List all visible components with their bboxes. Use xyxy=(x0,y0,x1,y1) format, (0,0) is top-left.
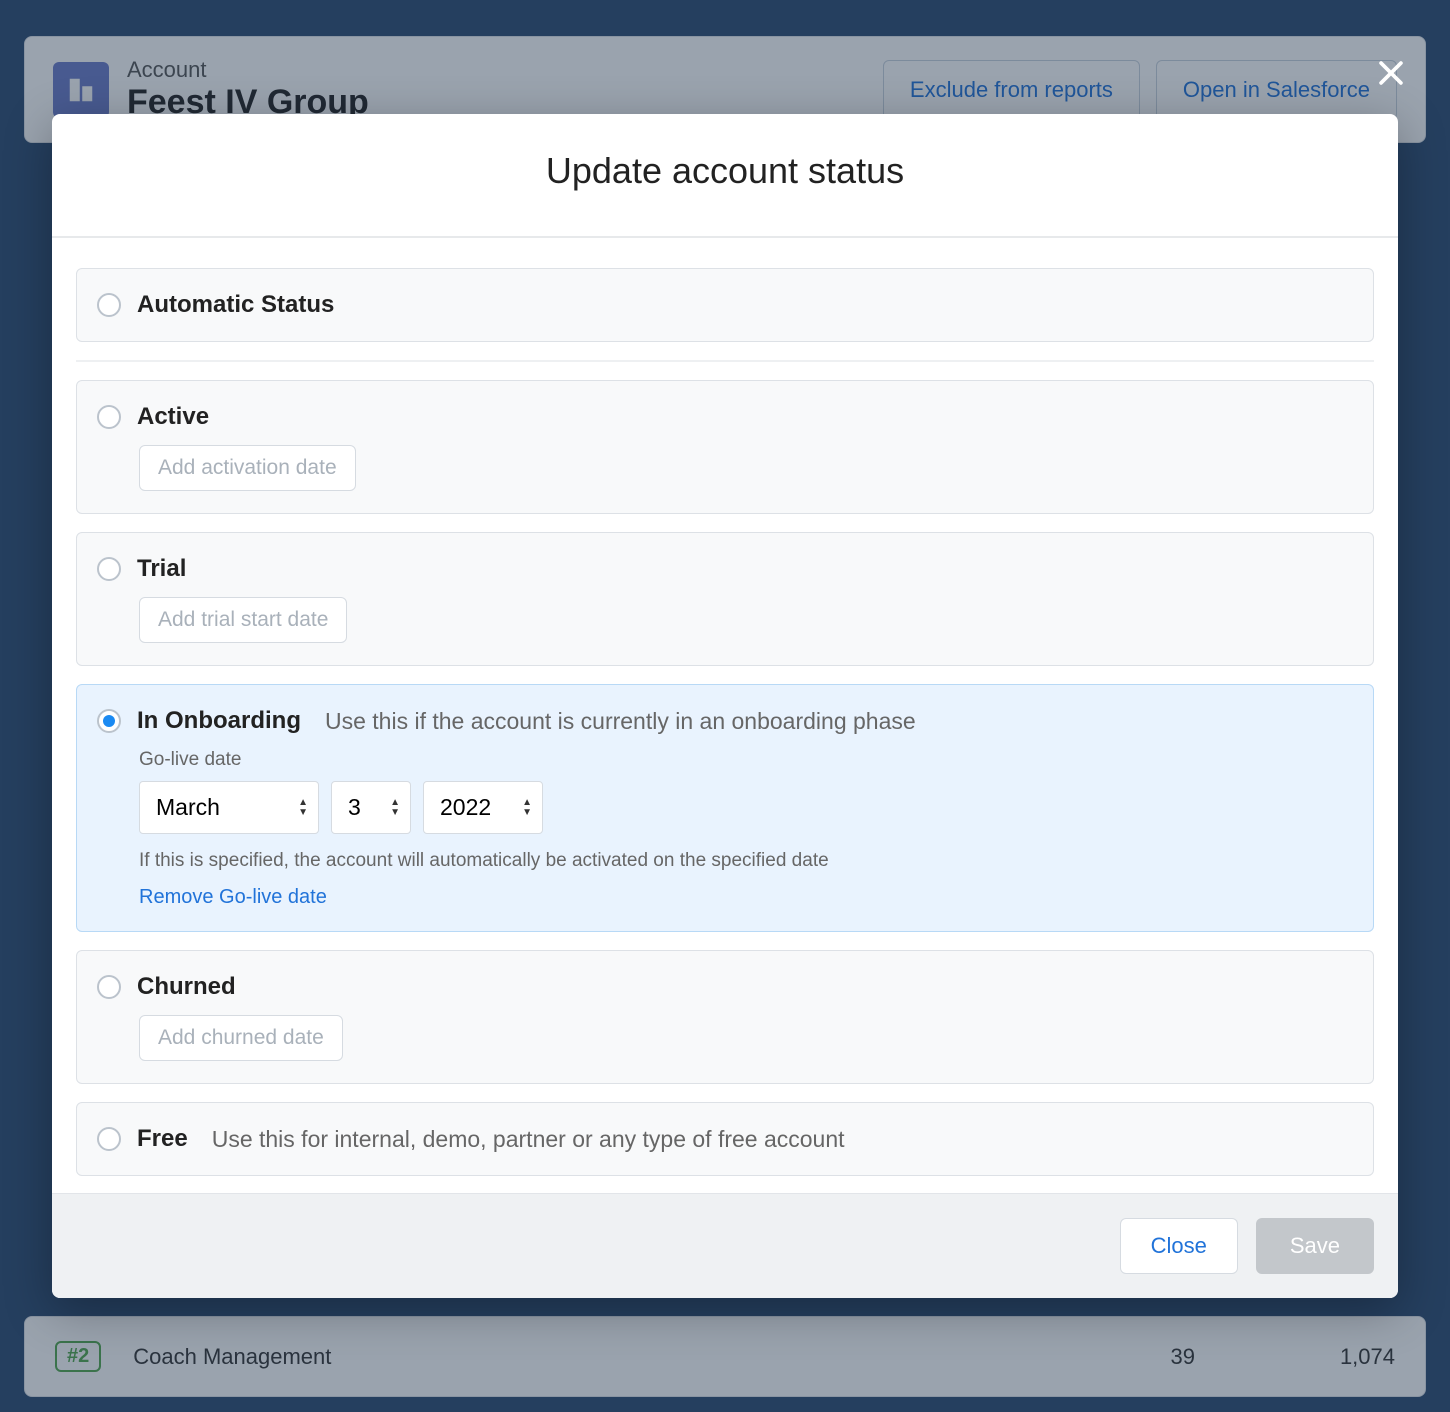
save-button[interactable]: Save xyxy=(1256,1218,1374,1274)
option-label: In Onboarding xyxy=(137,707,301,735)
month-select[interactable]: March ▲▼ xyxy=(139,781,319,834)
radio-active[interactable] xyxy=(97,405,121,429)
option-label: Automatic Status xyxy=(137,291,334,319)
option-free[interactable]: Free Use this for internal, demo, partne… xyxy=(76,1102,1374,1176)
month-value: March xyxy=(156,794,220,821)
radio-churned[interactable] xyxy=(97,975,121,999)
option-description: Use this for internal, demo, partner or … xyxy=(212,1126,845,1153)
option-churned[interactable]: Churned Add churned date xyxy=(76,950,1374,1084)
add-activation-date-button[interactable]: Add activation date xyxy=(139,445,356,491)
option-label: Active xyxy=(137,403,209,431)
remove-go-live-date-link[interactable]: Remove Go-live date xyxy=(139,886,1353,909)
option-in-onboarding[interactable]: In Onboarding Use this if the account is… xyxy=(76,684,1374,932)
radio-free[interactable] xyxy=(97,1127,121,1151)
stepper-arrows-icon: ▲▼ xyxy=(390,798,400,818)
modal-footer: Close Save xyxy=(52,1193,1398,1298)
option-label: Trial xyxy=(137,555,186,583)
year-select[interactable]: 2022 ▲▼ xyxy=(423,781,543,834)
option-label: Churned xyxy=(137,973,236,1001)
add-churned-date-button[interactable]: Add churned date xyxy=(139,1015,343,1061)
update-account-status-modal: Update account status Automatic Status A… xyxy=(52,114,1398,1298)
option-label: Free xyxy=(137,1125,188,1153)
close-icon[interactable] xyxy=(1374,56,1408,90)
radio-in-onboarding[interactable] xyxy=(97,709,121,733)
go-live-date-label: Go-live date xyxy=(139,749,1353,771)
option-automatic-status[interactable]: Automatic Status xyxy=(76,268,1374,342)
modal-title: Update account status xyxy=(52,114,1398,238)
close-button[interactable]: Close xyxy=(1120,1218,1238,1274)
option-description: Use this if the account is currently in … xyxy=(325,708,916,735)
day-value: 3 xyxy=(348,794,361,821)
stepper-arrows-icon: ▲▼ xyxy=(298,798,308,818)
day-select[interactable]: 3 ▲▼ xyxy=(331,781,411,834)
year-value: 2022 xyxy=(440,794,491,821)
stepper-arrows-icon: ▲▼ xyxy=(522,798,532,818)
option-active[interactable]: Active Add activation date xyxy=(76,380,1374,514)
option-trial[interactable]: Trial Add trial start date xyxy=(76,532,1374,666)
go-live-hint: If this is specified, the account will a… xyxy=(139,850,1353,872)
radio-trial[interactable] xyxy=(97,557,121,581)
modal-body: Automatic Status Active Add activation d… xyxy=(52,238,1398,1193)
add-trial-start-date-button[interactable]: Add trial start date xyxy=(139,597,347,643)
radio-automatic[interactable] xyxy=(97,293,121,317)
